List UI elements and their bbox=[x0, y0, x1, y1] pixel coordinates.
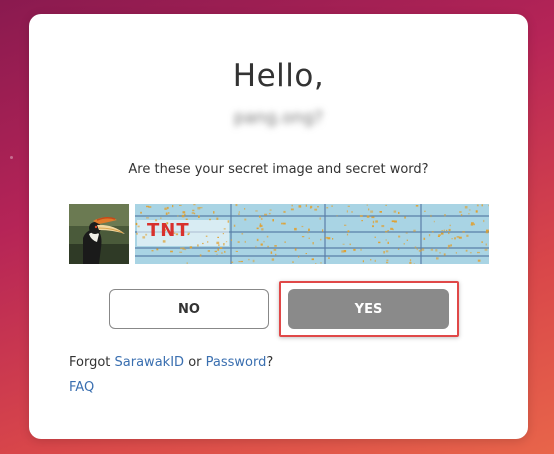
yes-button[interactable]: YES bbox=[288, 289, 449, 329]
secret-word-text: TNT bbox=[147, 220, 190, 241]
faq-link[interactable]: FAQ bbox=[69, 380, 94, 395]
username-blurred: pang.ong? bbox=[233, 108, 324, 128]
greeting-title: Hello, bbox=[232, 58, 325, 94]
background-dot bbox=[10, 156, 13, 159]
password-link[interactable]: Password bbox=[206, 355, 267, 370]
forgot-prefix: Forgot bbox=[69, 355, 111, 370]
forgot-line: Forgot SarawakID or Password? bbox=[69, 355, 273, 370]
no-button[interactable]: NO bbox=[109, 289, 269, 329]
secret-word-captcha: TNT bbox=[135, 204, 489, 264]
sarawakid-link[interactable]: SarawakID bbox=[115, 355, 185, 370]
faq-line: FAQ bbox=[69, 380, 94, 395]
secret-question: Are these your secret image and secret w… bbox=[128, 162, 429, 177]
forgot-suffix: ? bbox=[266, 355, 274, 370]
hornbill-bird-image bbox=[69, 204, 129, 264]
verification-card: Hello, pang.ong? Are these your secret i… bbox=[29, 14, 528, 439]
or-text: or bbox=[188, 355, 202, 370]
